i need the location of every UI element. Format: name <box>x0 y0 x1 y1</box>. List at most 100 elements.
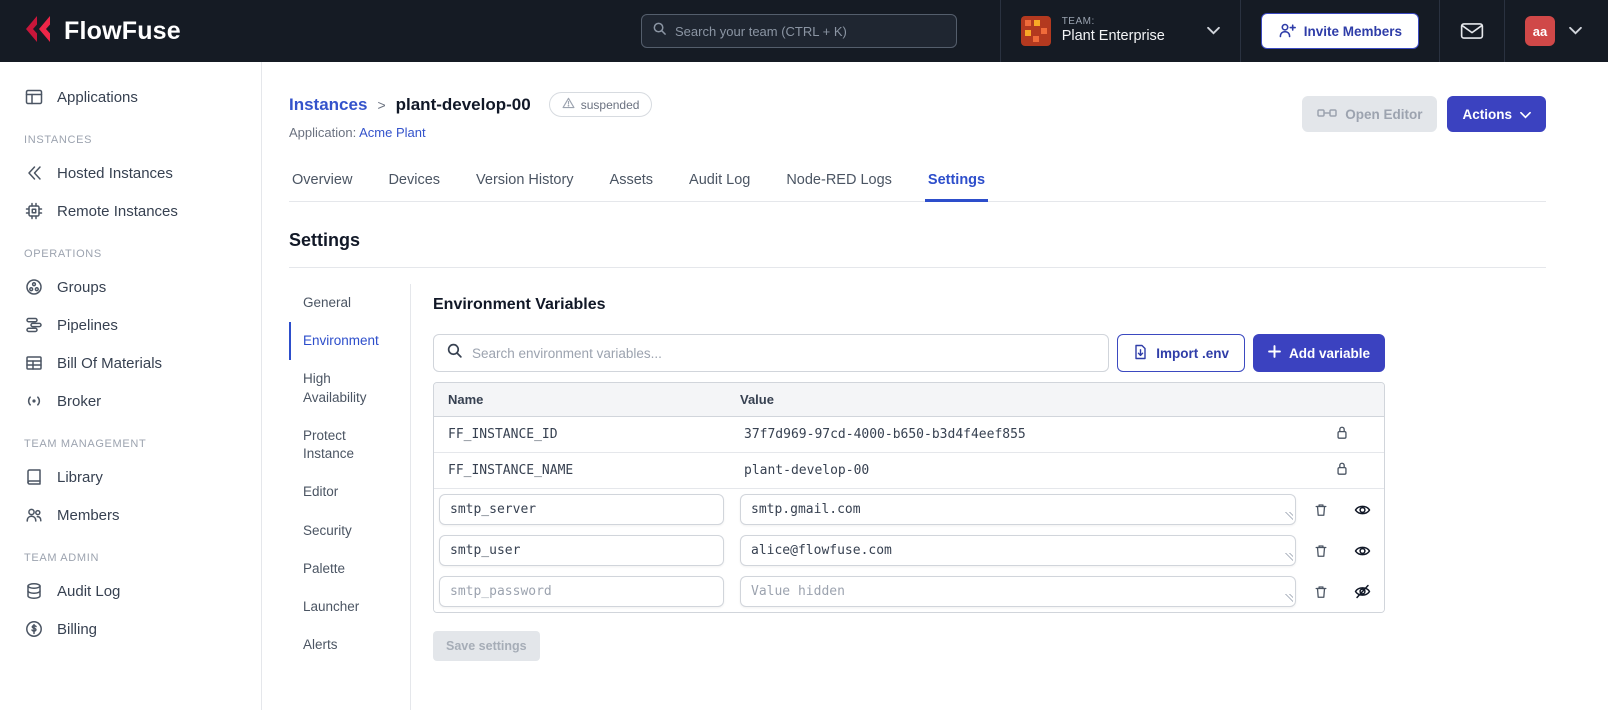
bill-of-materials-icon <box>24 353 44 373</box>
open-editor-icon <box>1317 106 1337 123</box>
settings-nav-general[interactable]: General <box>289 284 402 322</box>
settings-nav-environment[interactable]: Environment <box>289 322 402 361</box>
plus-icon <box>1268 345 1281 361</box>
settings-nav-security[interactable]: Security <box>289 512 402 550</box>
env-search-input[interactable] <box>472 345 1097 361</box>
sidebar-item-label: Members <box>57 506 120 524</box>
sidebar-item-library[interactable]: Library <box>0 458 261 496</box>
sidebar-item-groups[interactable]: Groups <box>0 268 261 306</box>
team-name: Plant Enterprise <box>1061 28 1165 45</box>
remote-instances-icon <box>24 201 44 221</box>
env-value-input[interactable] <box>740 576 1296 607</box>
env-value-cell <box>730 494 1300 525</box>
actions-button[interactable]: Actions <box>1447 96 1546 132</box>
actions-column-header <box>1300 383 1384 416</box>
status-badge: suspended <box>548 92 653 117</box>
settings-body: General Environment High Availability Pr… <box>289 284 1546 710</box>
import-icon <box>1133 344 1148 363</box>
eye-icon[interactable] <box>1352 542 1373 560</box>
environment-heading: Environment Variables <box>433 296 606 313</box>
env-value-input[interactable] <box>740 535 1296 566</box>
env-name-input[interactable] <box>439 535 724 566</box>
sidebar-section-label: INSTANCES <box>24 134 93 146</box>
env-name-input[interactable] <box>439 494 724 525</box>
mail-icon[interactable] <box>1460 21 1484 41</box>
page-header: Instances > plant-develop-00 suspended A… <box>289 92 1546 140</box>
sidebar-item-audit-log[interactable]: Audit Log <box>0 572 261 610</box>
settings-nav-launcher[interactable]: Launcher <box>289 588 402 626</box>
sidebar-item-label: Billing <box>57 620 98 638</box>
app-root: FlowFuse Search your team (CTRL + K) TEA… <box>0 0 1608 710</box>
warning-icon <box>562 97 575 112</box>
delete-variable-icon[interactable] <box>1312 541 1330 561</box>
divider <box>289 267 1546 268</box>
open-editor-button[interactable]: Open Editor <box>1302 96 1438 132</box>
instance-name: plant-develop-00 <box>395 94 531 114</box>
table-header-row: Name Value <box>434 383 1384 417</box>
sidebar-item-hosted-instances[interactable]: Hosted Instances <box>0 154 261 192</box>
sidebar-item-remote-instances[interactable]: Remote Instances <box>0 192 261 230</box>
top-navbar: FlowFuse Search your team (CTRL + K) TEA… <box>0 0 1608 62</box>
breadcrumb: Instances > plant-develop-00 suspended <box>289 92 653 117</box>
eye-icon[interactable] <box>1352 501 1373 519</box>
sidebar-item-label: Bill Of Materials <box>57 354 163 372</box>
environment-panel: Environment Variables Search environment… <box>433 284 1385 710</box>
settings-title: Settings <box>289 230 361 250</box>
sidebar-item-bill-of-materials[interactable]: Bill Of Materials <box>0 344 261 382</box>
invite-section: Invite Members <box>1239 0 1439 62</box>
sidebar-item-applications[interactable]: Applications <box>0 78 261 116</box>
row-actions <box>1300 541 1384 561</box>
sidebar-item-members[interactable]: Members <box>0 496 261 534</box>
billing-icon <box>24 619 44 639</box>
application-link[interactable]: Acme Plant <box>359 125 425 140</box>
navbar-right: TEAM: Plant Enterprise Invite Members aa <box>999 0 1608 62</box>
breadcrumb-instances-link[interactable]: Instances <box>289 95 367 115</box>
tab-overview[interactable]: Overview <box>289 162 355 202</box>
user-avatar[interactable]: aa <box>1525 16 1555 46</box>
env-value-cell <box>730 576 1300 607</box>
tab-node-red-logs[interactable]: Node-RED Logs <box>783 162 895 202</box>
save-settings-button[interactable]: Save settings <box>433 631 540 661</box>
tab-settings[interactable]: Settings <box>924 162 989 202</box>
tab-version-history[interactable]: Version History <box>473 162 577 202</box>
global-search[interactable] <box>641 14 957 48</box>
env-name-input[interactable] <box>439 576 724 607</box>
header-buttons: Open Editor Actions <box>1302 96 1546 132</box>
invite-members-label: Invite Members <box>1303 23 1402 39</box>
global-search-input[interactable] <box>675 23 946 39</box>
tab-assets[interactable]: Assets <box>607 162 657 202</box>
team-selector[interactable]: TEAM: Plant Enterprise <box>999 0 1240 62</box>
sidebar-item-pipelines[interactable]: Pipelines <box>0 306 261 344</box>
brand[interactable]: FlowFuse <box>0 14 181 49</box>
env-name-cell <box>434 494 730 525</box>
eye-off-icon[interactable] <box>1352 582 1373 601</box>
import-env-button[interactable]: Import .env <box>1117 334 1245 372</box>
row-actions <box>1300 461 1384 481</box>
settings-nav-protect-instance[interactable]: Protect Instance <box>289 417 402 473</box>
env-search[interactable] <box>433 334 1110 372</box>
row-actions <box>1300 582 1384 602</box>
application-label: Application: <box>289 125 357 140</box>
invite-members-button[interactable]: Invite Members <box>1260 13 1419 49</box>
settings-nav-alerts[interactable]: Alerts <box>289 626 402 664</box>
env-value-input[interactable] <box>740 494 1296 525</box>
settings-nav-editor[interactable]: Editor <box>289 473 402 511</box>
groups-icon <box>24 277 44 297</box>
tab-audit-log[interactable]: Audit Log <box>686 162 753 202</box>
tab-devices[interactable]: Devices <box>385 162 443 202</box>
open-editor-label: Open Editor <box>1345 106 1423 122</box>
sidebar-item-label: Applications <box>57 88 138 106</box>
env-var-name: FF_INSTANCE_NAME <box>448 463 574 478</box>
sidebar-item-broker[interactable]: Broker <box>0 382 261 420</box>
env-var-value: plant-develop-00 <box>744 463 870 478</box>
sidebar-item-billing[interactable]: Billing <box>0 610 261 648</box>
broker-icon <box>24 391 44 411</box>
delete-variable-icon[interactable] <box>1312 582 1330 602</box>
user-menu[interactable]: aa <box>1504 0 1608 62</box>
env-var-name: FF_INSTANCE_ID <box>448 427 558 442</box>
add-variable-button[interactable]: Add variable <box>1252 334 1385 372</box>
settings-nav-palette[interactable]: Palette <box>289 550 402 588</box>
instance-tabs: Overview Devices Version History Assets … <box>289 162 1546 202</box>
settings-nav-high-availability[interactable]: High Availability <box>289 360 402 416</box>
delete-variable-icon[interactable] <box>1312 500 1330 520</box>
